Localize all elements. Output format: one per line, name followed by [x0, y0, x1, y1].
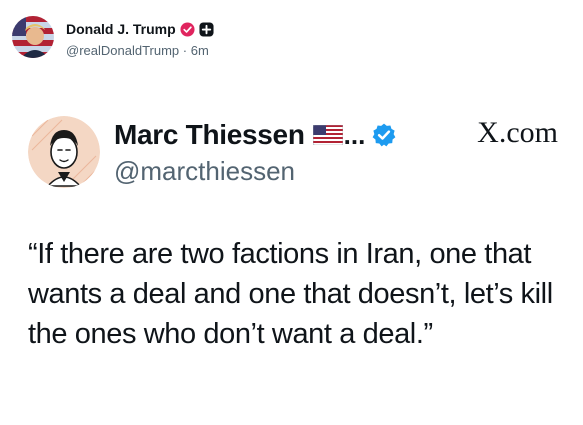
quoted-post-text: “If there are two factions in Iran, one … [28, 238, 553, 350]
avatar-image-icon [12, 16, 54, 58]
quoted-author-name[interactable]: Marc Thiessen [114, 119, 305, 151]
quoted-author-avatar[interactable] [28, 116, 100, 188]
post-subline: @realDonaldTrump · 6m [66, 43, 214, 58]
source-site-label[interactable]: X.com [477, 116, 558, 150]
separator-dot: · [179, 43, 191, 58]
author-name[interactable]: Donald J. Trump [66, 21, 176, 37]
post-header: Donald J. Trump @realDonaldTrump · 6m [12, 16, 214, 64]
verified-check-icon [371, 122, 397, 148]
quoted-card-header: Marc Thiessen ... @marcthiessen X.com [28, 108, 558, 194]
name-truncation-ellipsis: ... [343, 119, 366, 150]
author-handle[interactable]: @realDonaldTrump [66, 43, 179, 58]
sketch-portrait-icon [28, 116, 100, 188]
post-timestamp[interactable]: 6m [191, 43, 209, 58]
quoted-author-handle[interactable]: @marcthiessen [114, 156, 295, 187]
us-flag-icon [312, 124, 343, 146]
follow-plus-icon[interactable] [199, 21, 214, 37]
verified-badge-icon [180, 21, 195, 37]
author-avatar[interactable] [12, 16, 54, 58]
